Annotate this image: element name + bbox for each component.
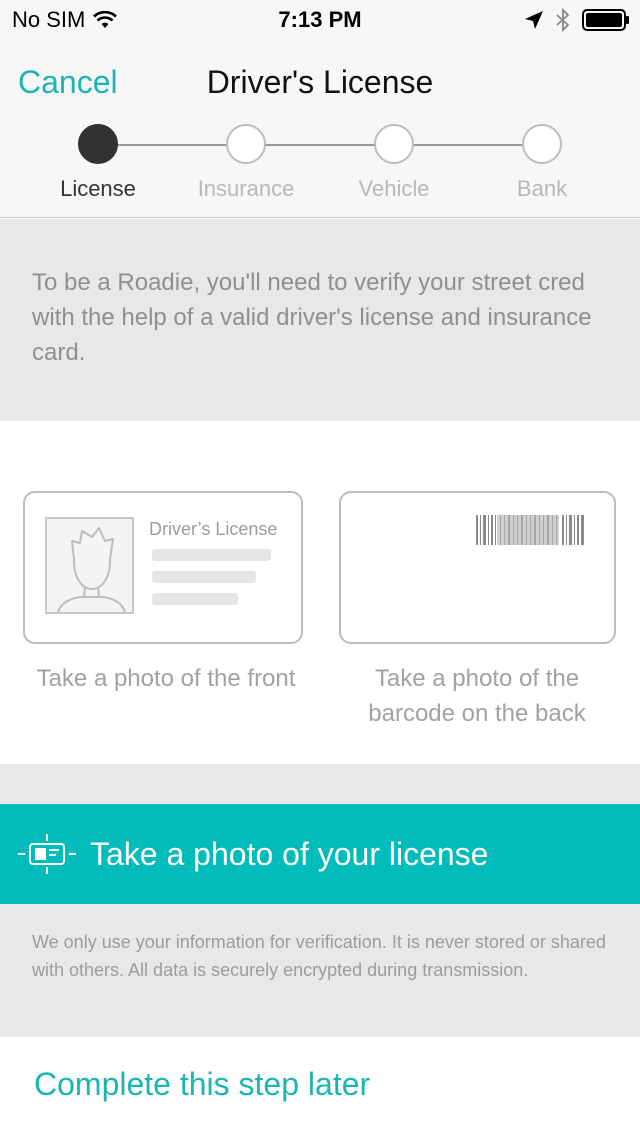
step-vehicle[interactable]: Vehicle — [314, 124, 474, 202]
bluetooth-icon — [556, 8, 570, 32]
progress-stepper: License Insurance Vehicle Bank — [0, 124, 640, 204]
status-bar: No SIM 7:13 PM — [0, 0, 640, 40]
privacy-disclaimer: We only use your information for verific… — [0, 904, 640, 1037]
license-back-card[interactable] — [339, 491, 616, 644]
step-bank[interactable]: Bank — [462, 124, 622, 202]
take-license-photo-button[interactable]: Take a photo of your license — [0, 804, 640, 904]
license-cards-section: Driver’s License Take a photo of the fro… — [0, 421, 640, 764]
step-license[interactable]: License — [18, 124, 178, 202]
step-label: Insurance — [197, 176, 295, 201]
step-dot-empty — [226, 124, 266, 164]
disclaimer-text: We only use your information for verific… — [32, 932, 606, 980]
step-label: License — [60, 176, 136, 201]
complete-later-link[interactable]: Complete this step later — [34, 1066, 370, 1103]
battery-icon — [582, 9, 629, 31]
back-photo-caption: Take a photo of the barcode on the back — [368, 665, 586, 727]
cta-label: Take a photo of your license — [90, 835, 489, 872]
person-silhouette-icon — [57, 527, 127, 612]
license-card-title: Driver’s License — [149, 519, 278, 539]
location-arrow-icon — [525, 11, 543, 29]
step-dot-empty — [374, 124, 414, 164]
step-dot-empty — [522, 124, 562, 164]
nav-header: Cancel Driver's License License Insuranc… — [0, 40, 640, 218]
text-placeholder-line — [152, 549, 271, 561]
intro-text: To be a Roadie, you'll need to verify yo… — [32, 269, 592, 366]
step-dot-filled — [78, 124, 118, 164]
barcode-icon — [476, 515, 584, 545]
spacer-band — [0, 764, 640, 804]
text-placeholder-line — [152, 571, 256, 583]
cancel-button[interactable]: Cancel — [18, 64, 118, 101]
intro-panel: To be a Roadie, you'll need to verify yo… — [0, 219, 640, 421]
step-label: Bank — [516, 176, 568, 201]
camera-frame-icon — [18, 834, 76, 874]
status-right — [524, 8, 630, 32]
step-insurance[interactable]: Insurance — [166, 124, 326, 202]
license-photo-placeholder — [45, 517, 134, 614]
step-label: Vehicle — [358, 176, 430, 201]
text-placeholder-line — [152, 593, 238, 605]
front-photo-caption: Take a photo of the front — [36, 665, 296, 692]
license-front-card[interactable]: Driver’s License — [23, 491, 303, 644]
